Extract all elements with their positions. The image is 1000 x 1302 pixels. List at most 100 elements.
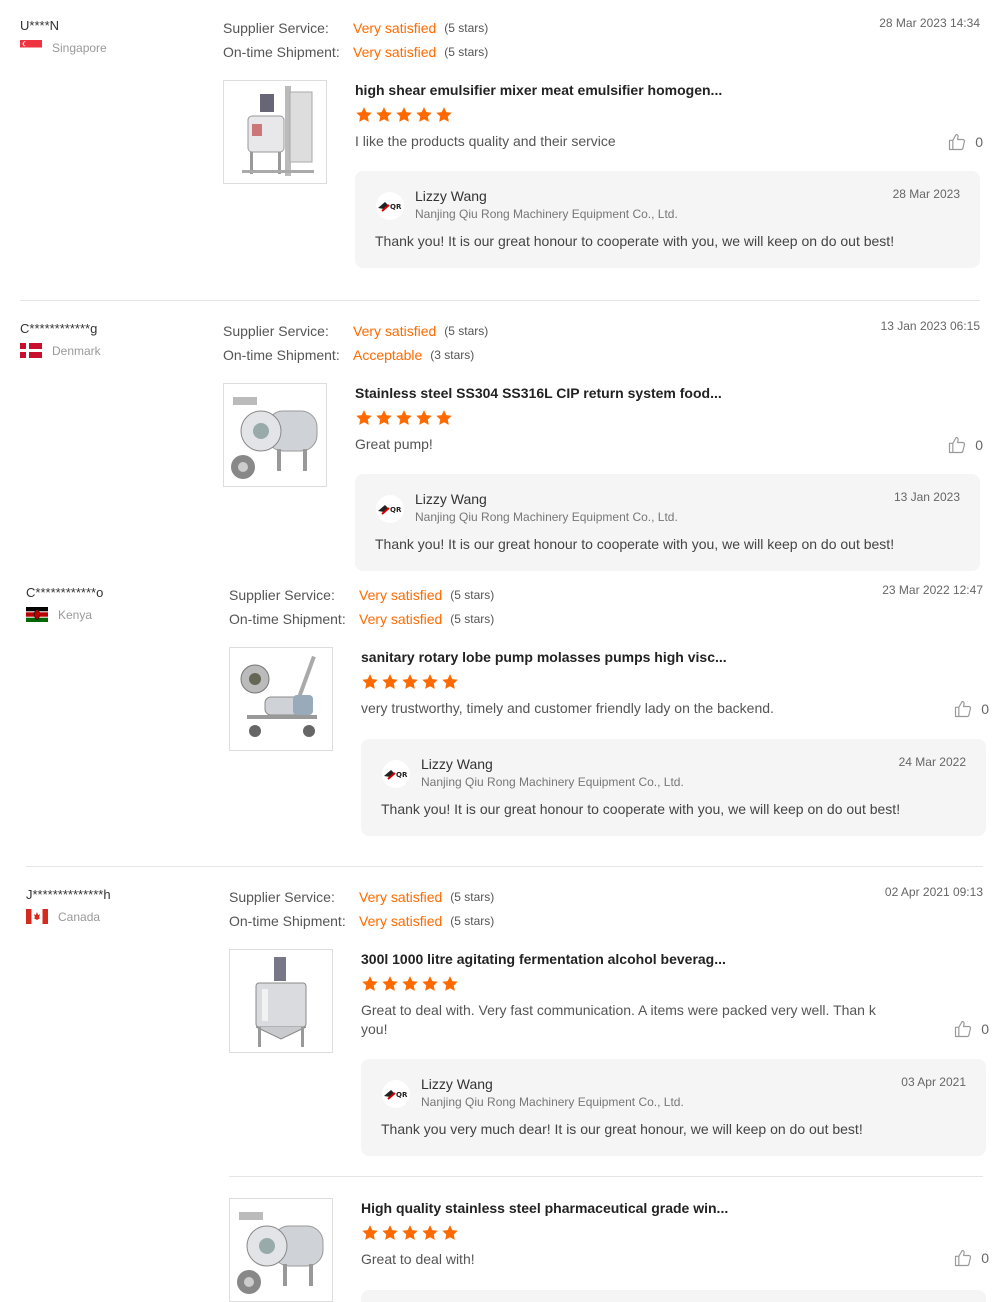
product-image[interactable] [229,949,333,1053]
shipment-stars: (5 stars) [450,914,495,928]
supplier-service-rating: Supplier Service: Very satisfied (5 star… [229,885,649,909]
like-count: 0 [981,1250,989,1266]
ratings: Supplier Service: Very satisfied (5 star… [229,583,649,631]
divider [20,300,980,301]
review-date: 13 Jan 2023 06:15 [880,319,980,333]
company-logo-icon [375,191,405,221]
supplier-service-stars: (5 stars) [450,588,495,602]
star-icon [381,673,399,691]
product-title[interactable]: 300l 1000 litre agitating fermentation a… [361,949,921,969]
product-info: sanitary rotary lobe pump molasses pumps… [361,647,921,718]
product-image[interactable] [223,80,327,184]
star-icon [401,673,419,691]
buyer-name: U****N [20,18,60,33]
star-rating [361,673,921,693]
shipment-label: On-time Shipment: [229,611,346,627]
reply-date: 03 Apr 2021 [901,1075,966,1089]
kenya-flag-icon [26,607,48,622]
thumbs-up-icon [953,699,973,719]
reply-text: Thank you! It is our great honour to coo… [381,801,901,817]
like-button[interactable]: 0 [947,435,983,455]
review-comment: Great pump! [355,436,433,452]
buyer-name: J**************h [26,887,111,902]
shipment-stars: (5 stars) [444,45,489,59]
like-count: 0 [981,1021,989,1037]
star-icon [361,673,379,691]
supplier-service-label: Supplier Service: [223,323,329,339]
product-title[interactable]: Stainless steel SS304 SS316L CIP return … [355,383,915,403]
review-comment: very trustworthy, timely and customer fr… [361,700,774,716]
supplier-service-stars: (5 stars) [450,890,495,904]
product-image[interactable] [229,647,333,751]
review-date: 02 Apr 2021 09:13 [884,885,983,899]
star-icon [421,673,439,691]
shipment-value: Very satisfied [359,913,443,929]
like-button[interactable]: 0 [953,1019,989,1039]
star-icon [395,409,413,427]
supplier-service-rating: Supplier Service: Very satisfied (5 star… [223,16,643,40]
reply-text: Thank you very much dear! It is our grea… [381,1121,863,1137]
product-image[interactable] [223,383,327,487]
reply-author: Lizzy Wang [421,1076,493,1092]
supplier-reply: Lizzy Wang Nanjing Qiu Rong Machinery Eq… [361,739,986,836]
star-rating [355,409,915,429]
product-title[interactable]: sanitary rotary lobe pump molasses pumps… [361,647,921,667]
shipment-rating: On-time Shipment: Very satisfied (5 star… [229,909,649,933]
star-icon [421,1224,439,1242]
review-date: 23 Mar 2022 12:47 [882,583,983,597]
star-icon [421,975,439,993]
shipment-rating: On-time Shipment: Very satisfied (5 star… [229,607,649,631]
supplier-service-stars: (5 stars) [444,21,489,35]
buyer-country: Singapore [20,40,220,55]
shipment-stars: (3 stars) [430,348,475,362]
supplier-service-rating: Supplier Service: Very satisfied (5 star… [229,583,649,607]
like-count: 0 [975,134,983,150]
buyer-info: U****N Singapore [20,16,220,55]
buyer-country: Kenya [26,607,226,622]
buyer-country: Denmark [20,343,220,358]
review-comment: Great to deal with! [361,1251,475,1267]
supplier-service-value: Very satisfied [353,323,437,339]
singapore-flag-icon [20,40,42,55]
supplier-service-value: Very satisfied [359,587,443,603]
supplier-reply: Lizzy Wang Nanjing Qiu Rong Machinery Eq… [355,171,980,268]
shipment-rating: On-time Shipment: Very satisfied (5 star… [223,40,643,64]
star-icon [441,975,459,993]
shipment-label: On-time Shipment: [223,44,340,60]
product-title[interactable]: high shear emulsifier mixer meat emulsif… [355,80,915,100]
star-icon [415,106,433,124]
shipment-value: Acceptable [353,347,423,363]
company-logo-icon [381,759,411,789]
product-info: 300l 1000 litre agitating fermentation a… [361,949,921,1039]
like-count: 0 [975,437,983,453]
star-icon [375,409,393,427]
supplier-service-value: Very satisfied [359,889,443,905]
product-image[interactable] [229,1198,333,1302]
reply-company: Nanjing Qiu Rong Machinery Equipment Co.… [415,510,678,524]
review-comment: Great to deal with. Very fast communicat… [361,1002,876,1037]
reply-text: Thank you! It is our great honour to coo… [375,233,895,249]
star-icon [381,1224,399,1242]
reply-author: Lizzy Wang [421,756,493,772]
ratings: Supplier Service: Very satisfied (5 star… [223,16,643,64]
shipment-label: On-time Shipment: [229,913,346,929]
star-icon [361,975,379,993]
shipment-value: Very satisfied [359,611,443,627]
supplier-service-rating: Supplier Service: Very satisfied (5 star… [223,319,643,343]
divider [229,1176,983,1177]
like-button[interactable]: 0 [953,1248,989,1268]
like-button[interactable]: 0 [953,699,989,719]
thumbs-up-icon [953,1019,973,1039]
product-info: Stainless steel SS304 SS316L CIP return … [355,383,915,454]
divider [26,866,983,867]
product-title[interactable]: High quality stainless steel pharmaceuti… [361,1198,921,1218]
like-button[interactable]: 0 [947,132,983,152]
buyer-country: Canada [26,909,226,924]
supplier-reply [361,1290,986,1302]
star-rating [361,975,921,995]
reply-company: Nanjing Qiu Rong Machinery Equipment Co.… [421,775,684,789]
star-icon [401,1224,419,1242]
buyer-info: C************o Kenya [26,583,226,622]
reply-text: Thank you! It is our great honour to coo… [375,536,895,552]
star-icon [361,1224,379,1242]
